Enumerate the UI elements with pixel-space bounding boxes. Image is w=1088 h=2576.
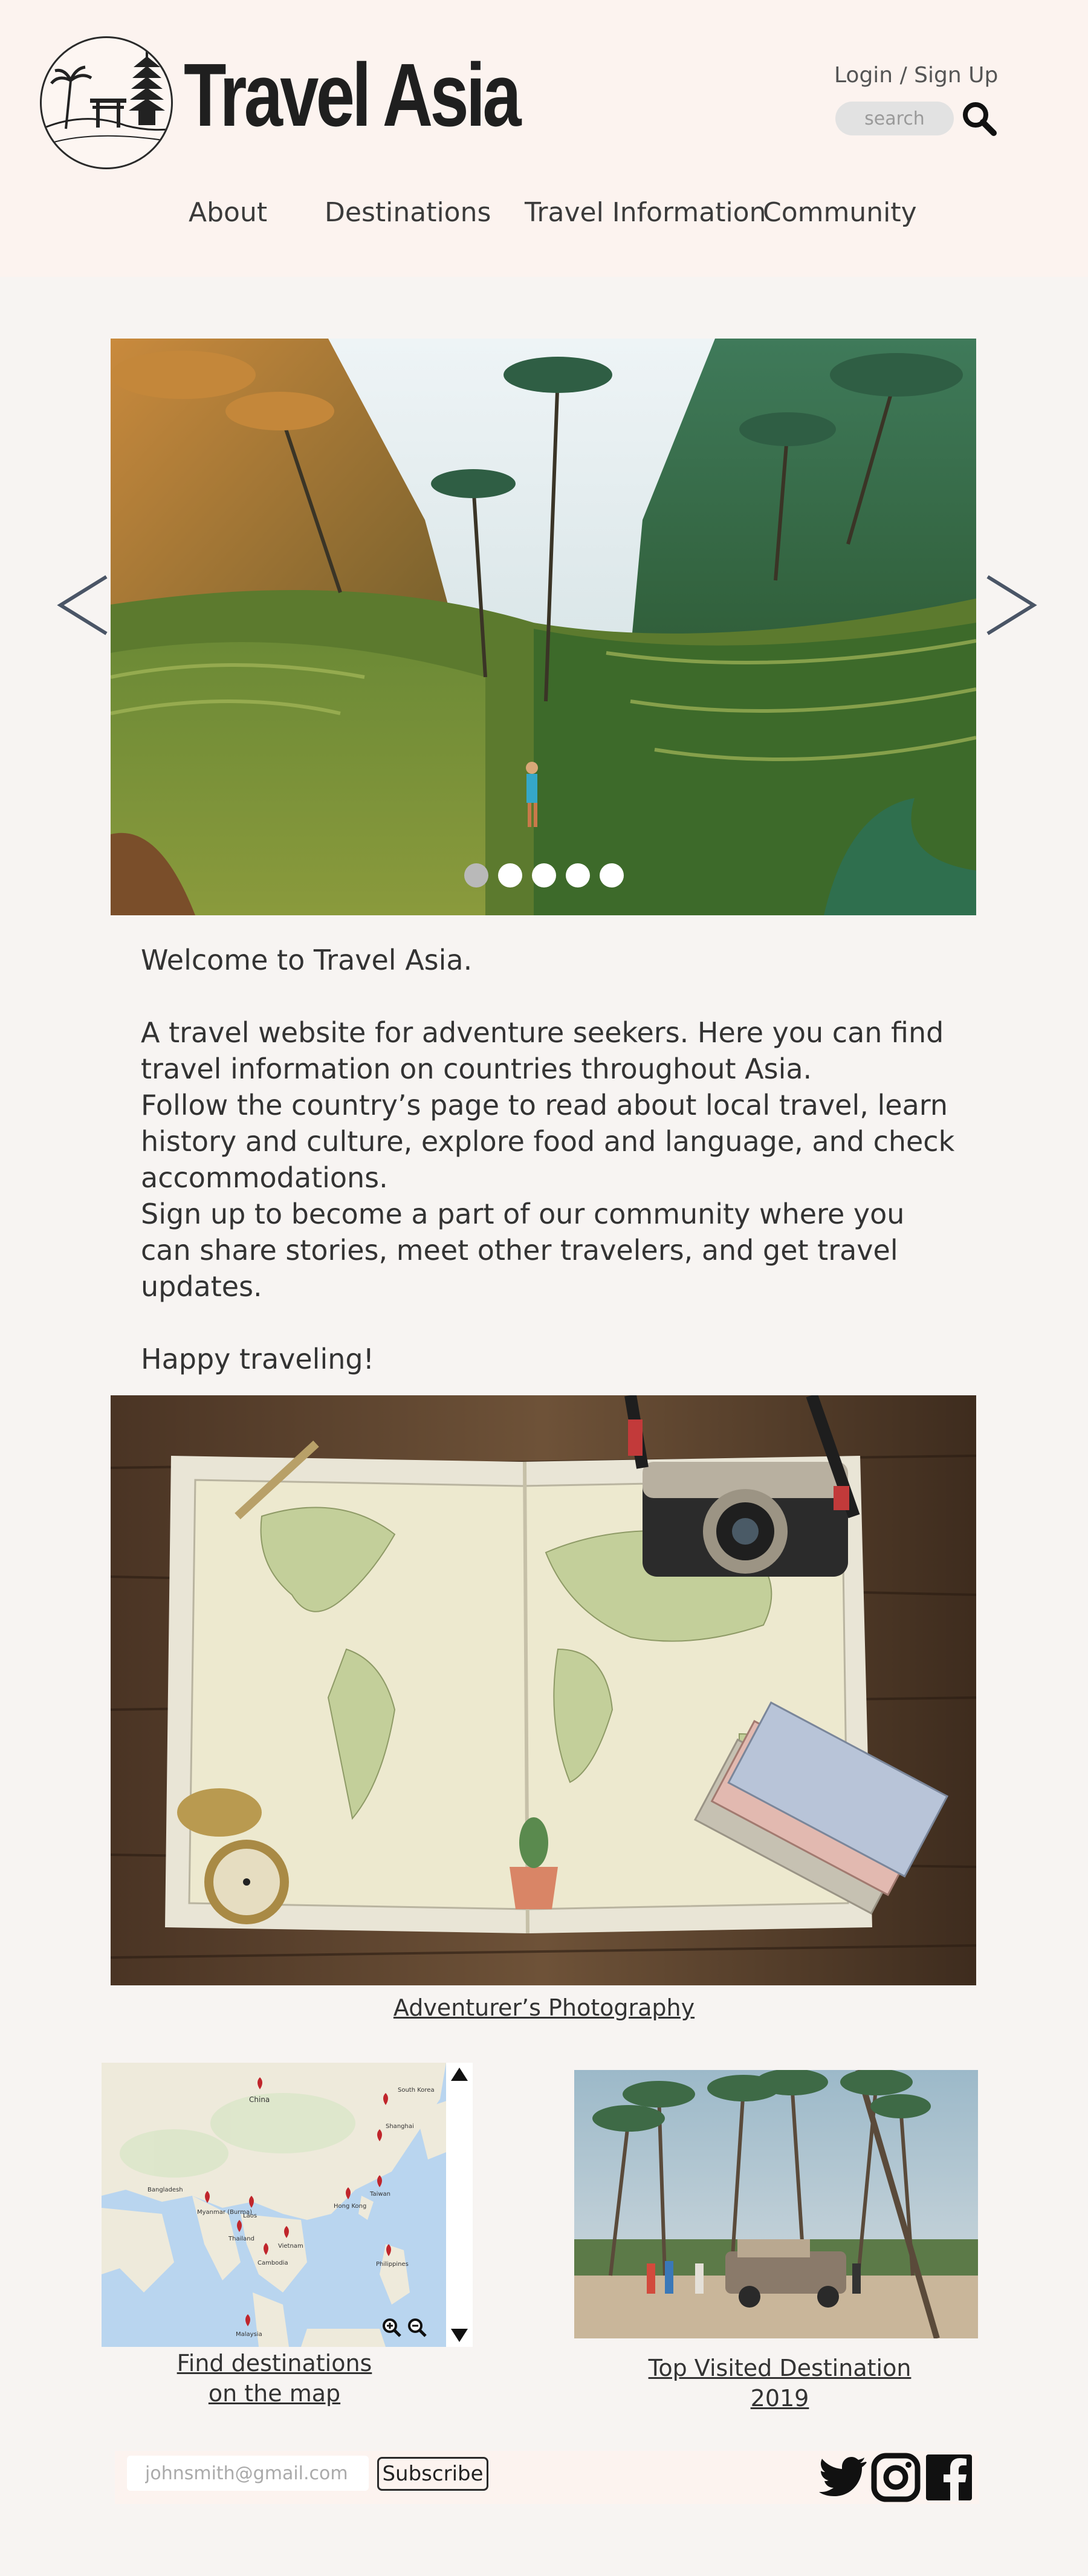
map-country-label: Philippines [376,2261,409,2268]
map-country-label: Vietnam [278,2243,303,2250]
map-country-label: South Korea [398,2087,435,2094]
zoom-in-icon[interactable] [381,2317,403,2338]
scroll-up-icon [451,2068,468,2081]
facebook-icon[interactable] [924,2452,974,2503]
header: Travel Asia Login / Sign Up About Destin… [0,0,1088,277]
map-country-label: Cambodia [257,2260,288,2266]
map-country-label: Bangladesh [147,2187,183,2193]
find-destinations-link[interactable]: Find destinations on the map [162,2348,387,2409]
map-country-label: Thailand [228,2236,254,2242]
map-country-label: China [249,2095,270,2104]
nav-travel-information[interactable]: Travel Information [525,197,766,228]
carousel-indicators [464,863,624,890]
chevron-left-icon[interactable] [56,572,110,638]
nav-community[interactable]: Community [763,197,917,228]
welcome-paragraph: A travel website for adventure seekers. … [141,1016,944,1085]
map-scrollbar[interactable] [446,2063,473,2347]
welcome-paragraph: Sign up to become a part of our communit… [141,1198,905,1303]
find-destinations-line1[interactable]: Find destinations [177,2350,372,2376]
map-country-label: Laos [243,2213,257,2219]
search-input[interactable] [835,102,954,135]
twitter-icon[interactable] [817,2452,868,2503]
map-country-label: Taiwan [370,2191,391,2198]
destinations-map[interactable]: China South Korea Shanghai Bangladesh My… [102,2063,473,2347]
carousel-dot[interactable] [566,863,590,887]
instagram-icon[interactable] [870,2452,921,2503]
welcome-closing: Happy traveling! [141,1343,375,1375]
hero-carousel-image [111,339,976,915]
magnifier-icon[interactable] [960,99,999,138]
site-title[interactable]: Travel Asia [184,51,522,140]
subscribe-button[interactable]: Subscribe [377,2457,488,2491]
carousel-dot[interactable] [464,863,488,887]
chevron-right-icon[interactable] [984,572,1038,638]
zoom-out-icon[interactable] [406,2317,428,2338]
map-country-label: Malaysia [236,2331,262,2338]
login-signup-link[interactable]: Login / Sign Up [834,63,998,88]
welcome-text: Welcome to Travel Asia. A travel website… [141,942,963,1377]
carousel-dot[interactable] [498,863,522,887]
top-visited-link[interactable]: Top Visited Destination 2019 [629,2353,931,2413]
welcome-paragraph: Follow the country’s page to read about … [141,1089,955,1194]
map-country-label: Hong Kong [334,2203,367,2210]
top-destination-photo[interactable] [574,2070,978,2338]
carousel-dot[interactable] [532,863,556,887]
scroll-down-icon [451,2329,468,2342]
nav-destinations[interactable]: Destinations [325,197,491,228]
adventurer-photo[interactable] [111,1395,976,1985]
map-country-label: Shanghai [386,2123,414,2130]
photo-caption-link[interactable]: Adventurer’s Photography [363,1993,725,2023]
nav-about[interactable]: About [189,197,267,228]
top-visited-line1[interactable]: Top Visited Destination [649,2355,912,2381]
welcome-heading: Welcome to Travel Asia. [141,944,473,976]
top-visited-line2[interactable]: 2019 [751,2385,809,2412]
main-nav: About Destinations Travel Information Co… [0,197,1088,233]
logo-icon[interactable] [40,36,173,169]
email-field[interactable] [127,2456,369,2491]
find-destinations-line2[interactable]: on the map [209,2380,340,2407]
carousel-dot[interactable] [600,863,624,887]
